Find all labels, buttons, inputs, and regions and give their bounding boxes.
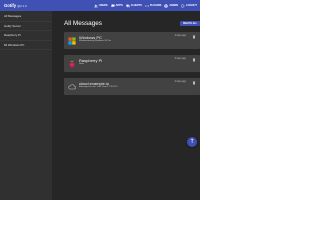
message-title: Raspberry Pi xyxy=(79,57,103,63)
nav-logout-label: LOGOUT xyxy=(185,4,197,7)
account-icon xyxy=(164,3,169,8)
trash-icon[interactable] xyxy=(192,57,196,62)
raspberry-logo-icon xyxy=(69,60,75,67)
message-time: 2 days ago xyxy=(174,81,186,83)
cloud-icon xyxy=(68,83,76,89)
nav-users-button[interactable]: USERS xyxy=(94,4,108,8)
sidebar-item-raspberry-pi[interactable]: Raspberry Pi xyxy=(0,31,52,41)
nav-plugins-button[interactable]: PLUGINS xyxy=(144,4,162,8)
exit-icon xyxy=(181,4,185,7)
message-title: cloud.example.io xyxy=(79,80,110,86)
nav-apps-label: APPS xyxy=(115,4,123,7)
nav-admin-label: ADMIN xyxy=(169,4,178,7)
sidebar-item-label: Gotify Server xyxy=(4,23,21,28)
message-body: Windowsmessy-Windows 10 Pro xyxy=(79,40,111,42)
sidebar-item-gotify-server[interactable]: Gotify Server xyxy=(0,22,52,31)
top-app-bar: Gotify@2.1.0 USERS APPS CLIENTS PLUGINS … xyxy=(0,0,200,11)
app-version: @2.1.0 xyxy=(17,4,27,8)
message-title: Windows PC xyxy=(79,34,102,40)
sidebar-item-label: All Messages xyxy=(4,14,22,19)
nav-apps-button[interactable]: APPS xyxy=(111,4,123,8)
sidebar-item-label: Raspberry Pi xyxy=(4,33,21,38)
app-name: Gotify xyxy=(4,3,17,8)
message-time: 2 days ago xyxy=(174,58,186,60)
arrow-up-icon: ↑ xyxy=(189,138,195,145)
trash-icon[interactable] xyxy=(192,34,196,39)
app-brand[interactable]: Gotify@2.1.0 xyxy=(4,3,27,8)
message-body: Message for user "cert" from 17.78.52.1 xyxy=(79,86,118,88)
nav-admin-button[interactable]: ADMIN xyxy=(164,3,178,8)
nav-plugins-label: PLUGINS xyxy=(149,4,162,7)
code-icon xyxy=(144,4,149,7)
people-icon xyxy=(94,4,98,7)
sidebar-item-label: Mi Windows PC xyxy=(4,42,25,47)
message-card: Raspberry Pi Stats 2 days ago xyxy=(64,55,200,72)
devices-icon xyxy=(126,4,130,7)
top-nav: USERS APPS CLIENTS PLUGINS ADMIN LOGOUT xyxy=(94,3,197,8)
sidebar-item-windows-pc[interactable]: Mi Windows PC xyxy=(0,41,52,50)
nav-users-label: USERS xyxy=(98,4,108,7)
page-title: All Messages xyxy=(64,20,103,27)
sidebar: All Messages Gotify Server Raspberry Pi … xyxy=(0,11,53,200)
message-card: cloud.example.io Message for user "cert"… xyxy=(64,78,200,95)
scroll-top-button[interactable]: ↑ xyxy=(187,137,197,147)
nav-logout-button[interactable]: LOGOUT xyxy=(181,4,197,8)
sidebar-item-all-messages[interactable]: All Messages xyxy=(0,12,52,22)
message-body: Stats xyxy=(79,63,84,65)
chat-icon xyxy=(111,4,115,7)
message-card: Windows PC Windowsmessy-Windows 10 Pro 2… xyxy=(64,32,200,49)
nav-clients-label: CLIENTS xyxy=(130,4,142,7)
message-time: 2 days ago xyxy=(174,35,186,37)
delete-all-button[interactable]: DELETE ALL xyxy=(180,21,200,26)
trash-icon[interactable] xyxy=(192,80,196,85)
nav-clients-button[interactable]: CLIENTS xyxy=(126,4,142,8)
windows-logo-icon xyxy=(68,36,76,45)
main-content: All Messages DELETE ALL Windows PC Windo… xyxy=(53,11,200,200)
